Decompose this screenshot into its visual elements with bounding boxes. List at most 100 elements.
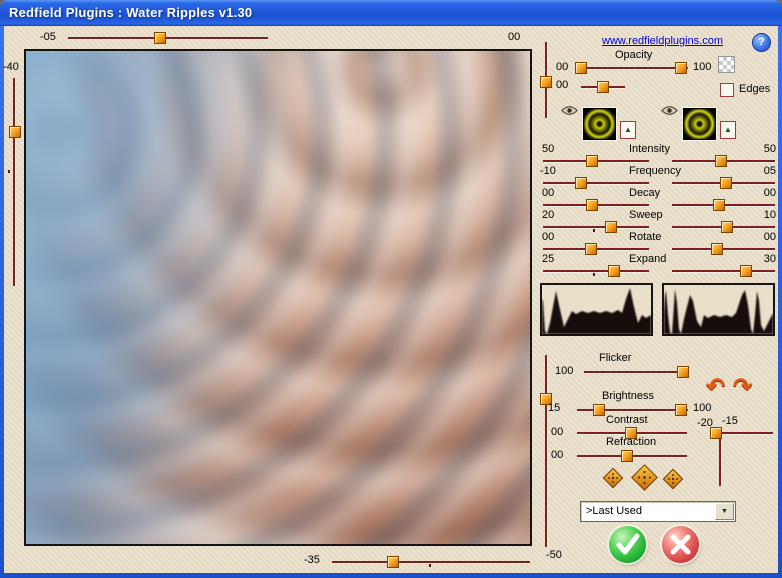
- flicker-slider[interactable]: [584, 371, 688, 373]
- rotate-cw-arrow-icon[interactable]: ↷: [733, 376, 752, 396]
- slider-tick: [593, 229, 595, 232]
- contrast-slider[interactable]: [577, 432, 687, 434]
- slider-handle[interactable]: [720, 177, 732, 189]
- secondary-slider-handle[interactable]: [597, 81, 609, 93]
- intensity-left-value: 50: [542, 143, 554, 155]
- intensity-left-slider[interactable]: [543, 160, 649, 162]
- secondary-slider-value: 00: [556, 79, 568, 91]
- right-upper-vslider-handle[interactable]: [540, 76, 552, 88]
- rotate-right-slider[interactable]: [672, 248, 775, 250]
- edges-checkbox[interactable]: [720, 83, 734, 97]
- offset-handle[interactable]: [710, 427, 722, 439]
- frequency-right-slider[interactable]: [672, 182, 775, 184]
- offset-h-slider[interactable]: [713, 432, 773, 434]
- slider-handle[interactable]: [586, 199, 598, 211]
- rotate-left-slider[interactable]: [543, 248, 649, 250]
- cancel-button[interactable]: [662, 526, 699, 563]
- texture-pattern-button[interactable]: [718, 56, 735, 73]
- ripple-preview-button[interactable]: [683, 108, 716, 140]
- rotate-ccw-arrow-icon[interactable]: ↶: [706, 376, 725, 396]
- intensity-right-slider[interactable]: [672, 160, 775, 162]
- waveform-display-right: [662, 283, 775, 336]
- expand-right-slider[interactable]: [672, 270, 775, 272]
- expand-right-value: 30: [748, 253, 776, 265]
- contrast-label: Contrast: [606, 414, 648, 426]
- preview-left-slider[interactable]: [13, 78, 15, 286]
- brightness-min-handle[interactable]: [593, 404, 605, 416]
- right-top-slider-value: 00: [508, 31, 520, 43]
- help-icon[interactable]: ?: [752, 33, 771, 52]
- sweep-left-value: 20: [542, 209, 554, 221]
- decay-right-slider[interactable]: [672, 204, 775, 206]
- opacity-range-slider[interactable]: [578, 67, 688, 69]
- right-lower-vslider-value: -50: [546, 549, 562, 561]
- right-lower-vslider[interactable]: [545, 355, 547, 547]
- rotate-left-value: 00: [542, 231, 554, 243]
- slider-tick: [593, 273, 595, 276]
- slider-handle[interactable]: [575, 177, 587, 189]
- opacity-min-handle[interactable]: [575, 62, 587, 74]
- frequency-left-slider[interactable]: [543, 182, 649, 184]
- secondary-slider[interactable]: [581, 86, 625, 88]
- slider-handle[interactable]: [715, 155, 727, 167]
- sweep-right-slider[interactable]: [672, 226, 775, 228]
- slider-handle[interactable]: [721, 221, 733, 233]
- slider-handle[interactable]: [608, 265, 620, 277]
- preview-image[interactable]: [24, 49, 532, 546]
- opacity-max-handle[interactable]: [675, 62, 687, 74]
- flicker-value: 100: [555, 365, 573, 377]
- diamond-button-small[interactable]: [602, 467, 624, 489]
- refraction-slider[interactable]: [577, 455, 687, 457]
- preview-bottom-slider[interactable]: [332, 561, 530, 563]
- expand-left-slider[interactable]: [543, 270, 649, 272]
- slider-handle[interactable]: [713, 199, 725, 211]
- rotate-label: Rotate: [629, 231, 661, 243]
- preset-dropdown[interactable]: >Last Used ▼: [580, 501, 736, 522]
- frequency-left-value: -10: [540, 165, 556, 177]
- preview-left-slider-handle[interactable]: [9, 126, 21, 138]
- slider-tick: [429, 564, 431, 567]
- plugin-window: Redfield Plugins : Water Ripples v1.30 -…: [0, 0, 782, 578]
- check-icon: [609, 526, 646, 563]
- preview-top-slider-handle[interactable]: [154, 32, 166, 44]
- frequency-label: Frequency: [629, 165, 681, 177]
- ripple-preview-button[interactable]: [583, 108, 616, 140]
- slider-handle[interactable]: [740, 265, 752, 277]
- sweep-right-value: 10: [748, 209, 776, 221]
- preview-top-slider[interactable]: [68, 37, 268, 39]
- title-bar[interactable]: Redfield Plugins : Water Ripples v1.30: [0, 0, 782, 26]
- decay-right-value: 00: [748, 187, 776, 199]
- brightness-label: Brightness: [602, 390, 654, 402]
- edges-label: Edges: [739, 83, 770, 95]
- brightness-range-slider[interactable]: [577, 409, 688, 411]
- bottom-slider-value: -35: [304, 554, 320, 566]
- eye-icon[interactable]: [661, 105, 678, 116]
- slider-handle[interactable]: [711, 243, 723, 255]
- pan-y-value: -40: [3, 61, 19, 73]
- zoom-triangle-button[interactable]: ▲: [720, 121, 736, 139]
- brightness-max-handle[interactable]: [675, 404, 687, 416]
- opacity-max-value: 100: [693, 61, 711, 73]
- slider-handle[interactable]: [586, 155, 598, 167]
- opacity-min-value: 00: [556, 61, 568, 73]
- slider-handle[interactable]: [621, 450, 633, 462]
- rotate-right-value: 00: [748, 231, 776, 243]
- opacity-label: Opacity: [615, 49, 652, 61]
- ok-button[interactable]: [609, 526, 646, 563]
- contrast-value: 00: [551, 426, 563, 438]
- website-link[interactable]: www.redfieldplugins.com: [602, 35, 723, 47]
- decay-left-slider[interactable]: [543, 204, 649, 206]
- slider-tick: [8, 170, 10, 173]
- eye-icon[interactable]: [561, 105, 578, 116]
- sweep-left-slider[interactable]: [543, 226, 649, 228]
- preview-bottom-slider-handle[interactable]: [387, 556, 399, 568]
- slider-handle[interactable]: [605, 221, 617, 233]
- dropdown-arrow-icon[interactable]: ▼: [715, 503, 734, 520]
- offset-v-slider[interactable]: [719, 432, 721, 486]
- slider-handle[interactable]: [677, 366, 689, 378]
- diamond-button-small[interactable]: [662, 468, 684, 490]
- refraction-value: 00: [551, 449, 563, 461]
- diamond-button-large[interactable]: [630, 463, 659, 492]
- slider-handle[interactable]: [585, 243, 597, 255]
- zoom-triangle-button[interactable]: ▲: [620, 121, 636, 139]
